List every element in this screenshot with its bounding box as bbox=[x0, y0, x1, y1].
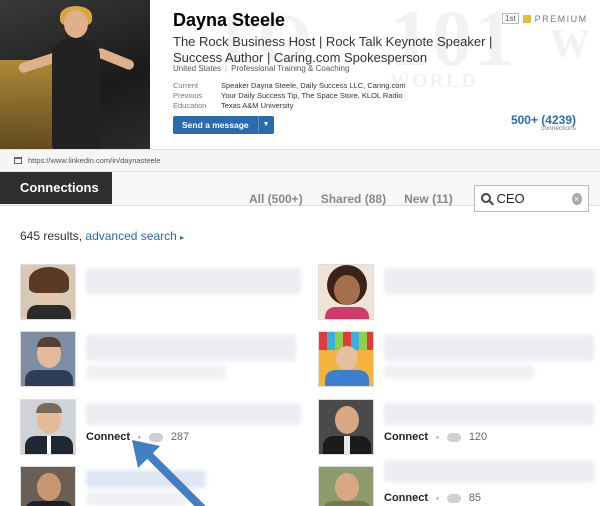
card-actions: Connect • 120 bbox=[384, 431, 488, 443]
filter-all[interactable]: All (500+) bbox=[249, 192, 303, 206]
shared-connections-icon bbox=[446, 493, 461, 503]
send-message-button[interactable]: Send a message bbox=[173, 116, 258, 134]
avatar[interactable] bbox=[318, 399, 374, 455]
shared-connections-icon bbox=[446, 432, 461, 442]
avatar[interactable] bbox=[20, 264, 76, 320]
avatar[interactable] bbox=[20, 466, 76, 506]
connection-degree-badge: 1st bbox=[502, 13, 519, 24]
card-actions: Connect • 85 bbox=[384, 492, 482, 504]
profile-name: Dayna Steele bbox=[173, 10, 286, 30]
fact-previous: Previous Your Daily Success Tip, The Spa… bbox=[173, 91, 403, 100]
profile-url[interactable]: https://www.linkedin.com/in/daynasteele bbox=[28, 156, 161, 165]
fact-current: Current Speaker Dayna Steele, Daily Succ… bbox=[173, 81, 406, 90]
browser-icon bbox=[14, 157, 22, 164]
industry-link[interactable]: Professional Training & Coaching bbox=[231, 64, 349, 73]
avatar[interactable] bbox=[20, 331, 76, 387]
profile-url-bar: https://www.linkedin.com/in/daynasteele bbox=[0, 150, 600, 172]
connection-card[interactable]: Connect • 85 bbox=[318, 460, 598, 506]
send-message-group: Send a message ▼ bbox=[173, 116, 274, 134]
connection-card[interactable] bbox=[318, 331, 598, 391]
close-icon[interactable]: × bbox=[571, 192, 582, 205]
chevron-down-icon: ▼ bbox=[262, 121, 270, 128]
results-count: 645 results, bbox=[20, 229, 83, 243]
connect-button[interactable]: Connect bbox=[384, 431, 428, 443]
avatar[interactable] bbox=[318, 466, 374, 506]
connection-card[interactable] bbox=[20, 331, 300, 391]
chevron-right-icon: ▸ bbox=[180, 233, 185, 242]
connection-card[interactable] bbox=[20, 264, 301, 324]
connections-search: × bbox=[474, 185, 589, 212]
connect-button[interactable]: Connect bbox=[384, 492, 428, 504]
premium-badge: 1st PREMIUM bbox=[502, 13, 588, 24]
connection-card[interactable]: Connect • 120 bbox=[318, 399, 598, 459]
filter-new[interactable]: New (11) bbox=[404, 192, 453, 206]
profile-header: TO 101 WORLD W Dayna Steele 1st PREMIUM … bbox=[0, 0, 600, 150]
advanced-search-link[interactable]: advanced search ▸ bbox=[85, 229, 184, 243]
annotation-arrow bbox=[132, 440, 206, 506]
profile-headline: The Rock Business Host | Rock Talk Keyno… bbox=[173, 34, 493, 65]
shared-count[interactable]: 120 bbox=[469, 431, 487, 443]
profile-photo[interactable] bbox=[0, 0, 150, 149]
avatar[interactable] bbox=[318, 331, 374, 387]
fact-education: Education Texas A&M University bbox=[173, 101, 294, 110]
connect-button[interactable]: Connect bbox=[86, 431, 130, 443]
avatar[interactable] bbox=[20, 399, 76, 455]
search-input[interactable] bbox=[496, 191, 567, 206]
tab-connections[interactable]: Connections bbox=[0, 172, 112, 204]
shared-count[interactable]: 85 bbox=[469, 492, 481, 504]
results-summary: 645 results, advanced search ▸ bbox=[20, 229, 184, 243]
search-icon bbox=[481, 192, 494, 205]
avatar[interactable] bbox=[318, 264, 374, 320]
premium-icon bbox=[522, 14, 531, 23]
connections-count[interactable]: 500+ (4239) connections bbox=[511, 113, 576, 132]
location-industry: United States | Professional Training & Co… bbox=[173, 64, 350, 73]
location-link[interactable]: United States bbox=[173, 64, 221, 73]
profile-facts: Current Speaker Dayna Steele, Daily Succ… bbox=[173, 81, 406, 111]
send-message-dropdown[interactable]: ▼ bbox=[257, 116, 274, 134]
connection-filters: All (500+) Shared (88) New (11) bbox=[249, 192, 453, 206]
connection-card[interactable] bbox=[318, 264, 598, 324]
filter-shared[interactable]: Shared (88) bbox=[321, 192, 386, 206]
premium-label: PREMIUM bbox=[534, 13, 588, 24]
